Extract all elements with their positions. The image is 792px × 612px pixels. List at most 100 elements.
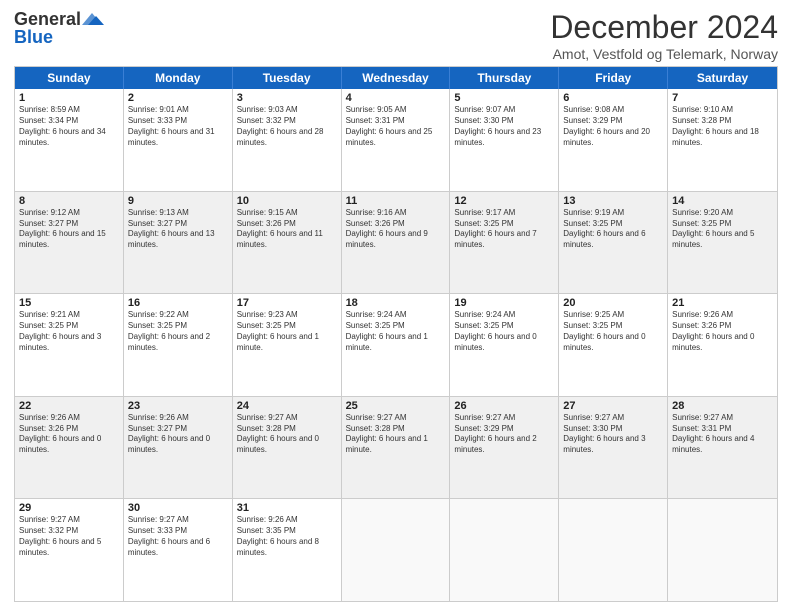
- day-cell-7: 7Sunrise: 9:10 AMSunset: 3:28 PMDaylight…: [668, 89, 777, 191]
- cell-info: Sunrise: 9:26 AMSunset: 3:27 PMDaylight:…: [128, 413, 228, 456]
- day-number: 6: [563, 92, 663, 104]
- day-cell-16: 16Sunrise: 9:22 AMSunset: 3:25 PMDayligh…: [124, 294, 233, 396]
- cell-info: Sunrise: 9:27 AMSunset: 3:28 PMDaylight:…: [346, 413, 446, 456]
- day-cell-21: 21Sunrise: 9:26 AMSunset: 3:26 PMDayligh…: [668, 294, 777, 396]
- cell-info: Sunrise: 9:27 AMSunset: 3:31 PMDaylight:…: [672, 413, 773, 456]
- day-number: 11: [346, 195, 446, 207]
- header-day-tuesday: Tuesday: [233, 67, 342, 89]
- day-cell-14: 14Sunrise: 9:20 AMSunset: 3:25 PMDayligh…: [668, 192, 777, 294]
- main-title: December 2024: [550, 10, 778, 45]
- empty-cell: [450, 499, 559, 601]
- day-cell-11: 11Sunrise: 9:16 AMSunset: 3:26 PMDayligh…: [342, 192, 451, 294]
- logo-icon: [82, 11, 104, 27]
- day-number: 5: [454, 92, 554, 104]
- day-number: 30: [128, 502, 228, 514]
- day-number: 17: [237, 297, 337, 309]
- cell-info: Sunrise: 9:05 AMSunset: 3:31 PMDaylight:…: [346, 105, 446, 148]
- day-number: 22: [19, 400, 119, 412]
- day-cell-17: 17Sunrise: 9:23 AMSunset: 3:25 PMDayligh…: [233, 294, 342, 396]
- cell-info: Sunrise: 8:59 AMSunset: 3:34 PMDaylight:…: [19, 105, 119, 148]
- day-cell-10: 10Sunrise: 9:15 AMSunset: 3:26 PMDayligh…: [233, 192, 342, 294]
- day-cell-23: 23Sunrise: 9:26 AMSunset: 3:27 PMDayligh…: [124, 397, 233, 499]
- cell-info: Sunrise: 9:24 AMSunset: 3:25 PMDaylight:…: [346, 310, 446, 353]
- header-day-sunday: Sunday: [15, 67, 124, 89]
- header-day-thursday: Thursday: [450, 67, 559, 89]
- day-number: 18: [346, 297, 446, 309]
- cell-info: Sunrise: 9:23 AMSunset: 3:25 PMDaylight:…: [237, 310, 337, 353]
- week-row-2: 8Sunrise: 9:12 AMSunset: 3:27 PMDaylight…: [15, 192, 777, 295]
- day-cell-24: 24Sunrise: 9:27 AMSunset: 3:28 PMDayligh…: [233, 397, 342, 499]
- cell-info: Sunrise: 9:20 AMSunset: 3:25 PMDaylight:…: [672, 208, 773, 251]
- header-day-wednesday: Wednesday: [342, 67, 451, 89]
- header: General Blue December 2024 Amot, Vestfol…: [14, 10, 778, 62]
- day-number: 31: [237, 502, 337, 514]
- day-number: 23: [128, 400, 228, 412]
- day-number: 3: [237, 92, 337, 104]
- day-cell-15: 15Sunrise: 9:21 AMSunset: 3:25 PMDayligh…: [15, 294, 124, 396]
- calendar: SundayMondayTuesdayWednesdayThursdayFrid…: [14, 66, 778, 602]
- cell-info: Sunrise: 9:13 AMSunset: 3:27 PMDaylight:…: [128, 208, 228, 251]
- day-cell-22: 22Sunrise: 9:26 AMSunset: 3:26 PMDayligh…: [15, 397, 124, 499]
- cell-info: Sunrise: 9:08 AMSunset: 3:29 PMDaylight:…: [563, 105, 663, 148]
- day-number: 4: [346, 92, 446, 104]
- cell-info: Sunrise: 9:27 AMSunset: 3:33 PMDaylight:…: [128, 515, 228, 558]
- empty-cell: [559, 499, 668, 601]
- header-day-monday: Monday: [124, 67, 233, 89]
- cell-info: Sunrise: 9:27 AMSunset: 3:30 PMDaylight:…: [563, 413, 663, 456]
- empty-cell: [668, 499, 777, 601]
- logo-blue-text: Blue: [14, 28, 53, 48]
- cell-info: Sunrise: 9:12 AMSunset: 3:27 PMDaylight:…: [19, 208, 119, 251]
- day-cell-30: 30Sunrise: 9:27 AMSunset: 3:33 PMDayligh…: [124, 499, 233, 601]
- day-number: 27: [563, 400, 663, 412]
- day-number: 28: [672, 400, 773, 412]
- logo: General Blue: [14, 10, 104, 48]
- cell-info: Sunrise: 9:24 AMSunset: 3:25 PMDaylight:…: [454, 310, 554, 353]
- day-cell-13: 13Sunrise: 9:19 AMSunset: 3:25 PMDayligh…: [559, 192, 668, 294]
- day-number: 20: [563, 297, 663, 309]
- day-number: 2: [128, 92, 228, 104]
- week-row-1: 1Sunrise: 8:59 AMSunset: 3:34 PMDaylight…: [15, 89, 777, 192]
- day-number: 25: [346, 400, 446, 412]
- day-cell-2: 2Sunrise: 9:01 AMSunset: 3:33 PMDaylight…: [124, 89, 233, 191]
- day-cell-1: 1Sunrise: 8:59 AMSunset: 3:34 PMDaylight…: [15, 89, 124, 191]
- day-number: 15: [19, 297, 119, 309]
- day-number: 10: [237, 195, 337, 207]
- day-number: 16: [128, 297, 228, 309]
- day-cell-27: 27Sunrise: 9:27 AMSunset: 3:30 PMDayligh…: [559, 397, 668, 499]
- day-cell-6: 6Sunrise: 9:08 AMSunset: 3:29 PMDaylight…: [559, 89, 668, 191]
- header-day-friday: Friday: [559, 67, 668, 89]
- week-row-4: 22Sunrise: 9:26 AMSunset: 3:26 PMDayligh…: [15, 397, 777, 500]
- day-cell-12: 12Sunrise: 9:17 AMSunset: 3:25 PMDayligh…: [450, 192, 559, 294]
- day-cell-29: 29Sunrise: 9:27 AMSunset: 3:32 PMDayligh…: [15, 499, 124, 601]
- cell-info: Sunrise: 9:10 AMSunset: 3:28 PMDaylight:…: [672, 105, 773, 148]
- cell-info: Sunrise: 9:19 AMSunset: 3:25 PMDaylight:…: [563, 208, 663, 251]
- header-day-saturday: Saturday: [668, 67, 777, 89]
- calendar-header-row: SundayMondayTuesdayWednesdayThursdayFrid…: [15, 67, 777, 89]
- cell-info: Sunrise: 9:01 AMSunset: 3:33 PMDaylight:…: [128, 105, 228, 148]
- day-cell-20: 20Sunrise: 9:25 AMSunset: 3:25 PMDayligh…: [559, 294, 668, 396]
- day-cell-3: 3Sunrise: 9:03 AMSunset: 3:32 PMDaylight…: [233, 89, 342, 191]
- cell-info: Sunrise: 9:03 AMSunset: 3:32 PMDaylight:…: [237, 105, 337, 148]
- day-cell-8: 8Sunrise: 9:12 AMSunset: 3:27 PMDaylight…: [15, 192, 124, 294]
- cell-info: Sunrise: 9:21 AMSunset: 3:25 PMDaylight:…: [19, 310, 119, 353]
- cell-info: Sunrise: 9:15 AMSunset: 3:26 PMDaylight:…: [237, 208, 337, 251]
- day-number: 26: [454, 400, 554, 412]
- day-cell-9: 9Sunrise: 9:13 AMSunset: 3:27 PMDaylight…: [124, 192, 233, 294]
- day-number: 12: [454, 195, 554, 207]
- day-number: 14: [672, 195, 773, 207]
- week-row-5: 29Sunrise: 9:27 AMSunset: 3:32 PMDayligh…: [15, 499, 777, 601]
- cell-info: Sunrise: 9:16 AMSunset: 3:26 PMDaylight:…: [346, 208, 446, 251]
- day-number: 19: [454, 297, 554, 309]
- day-number: 9: [128, 195, 228, 207]
- day-number: 29: [19, 502, 119, 514]
- week-row-3: 15Sunrise: 9:21 AMSunset: 3:25 PMDayligh…: [15, 294, 777, 397]
- subtitle: Amot, Vestfold og Telemark, Norway: [550, 46, 778, 62]
- day-cell-28: 28Sunrise: 9:27 AMSunset: 3:31 PMDayligh…: [668, 397, 777, 499]
- empty-cell: [342, 499, 451, 601]
- calendar-body: 1Sunrise: 8:59 AMSunset: 3:34 PMDaylight…: [15, 89, 777, 601]
- day-cell-18: 18Sunrise: 9:24 AMSunset: 3:25 PMDayligh…: [342, 294, 451, 396]
- cell-info: Sunrise: 9:27 AMSunset: 3:28 PMDaylight:…: [237, 413, 337, 456]
- cell-info: Sunrise: 9:27 AMSunset: 3:32 PMDaylight:…: [19, 515, 119, 558]
- page: General Blue December 2024 Amot, Vestfol…: [0, 0, 792, 612]
- day-number: 21: [672, 297, 773, 309]
